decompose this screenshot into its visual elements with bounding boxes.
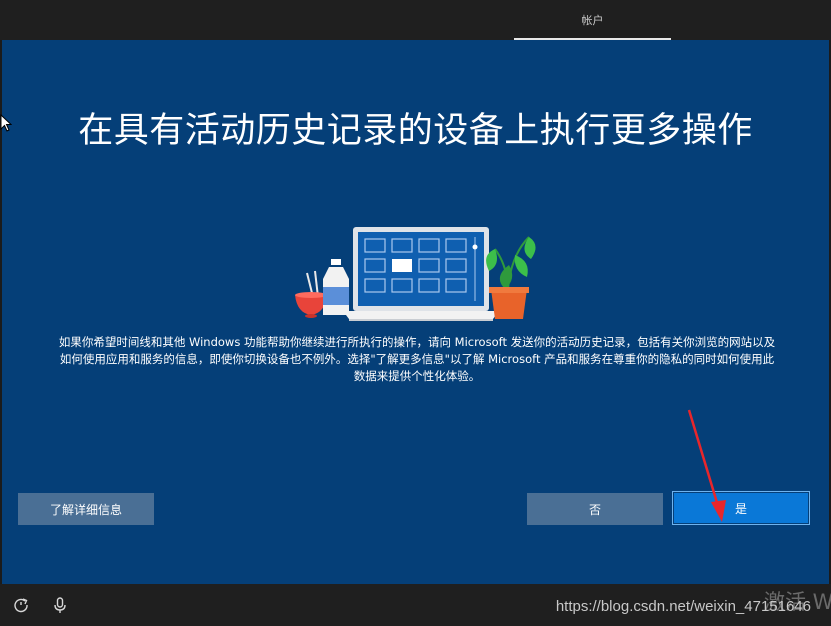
- microphone-icon[interactable]: [51, 596, 69, 614]
- no-button[interactable]: 否: [527, 493, 663, 525]
- learn-more-button[interactable]: 了解详细信息: [18, 493, 154, 525]
- top-bar: 帐户: [0, 0, 831, 40]
- watermark-url: https://blog.csdn.net/weixin_47151646: [555, 598, 811, 615]
- description-line-3: 数据来提供个性化体验。: [353, 369, 481, 383]
- annotation-arrow-icon: [687, 409, 726, 522]
- description-line-1: 如果你希望时间线和其他 Windows 功能帮助你继续进行所执行的操作，请向 M…: [58, 335, 776, 349]
- page-title: 在具有活动历史记录的设备上执行更多操作: [78, 111, 753, 151]
- tab-account[interactable]: 帐户: [514, 0, 671, 40]
- mouse-cursor-icon: [0, 114, 12, 132]
- bottom-bar: 激活 W https://blog.csdn.net/weixin_471516…: [0, 584, 831, 626]
- description: 如果你希望时间线和其他 Windows 功能帮助你继续进行所执行的操作，请向 M…: [37, 334, 797, 385]
- description-line-2: 如何使用应用和服务的信息，即使你切换设备也不例外。选择"了解更多信息"以了解 M…: [59, 352, 775, 366]
- ease-of-access-icon[interactable]: [12, 596, 30, 614]
